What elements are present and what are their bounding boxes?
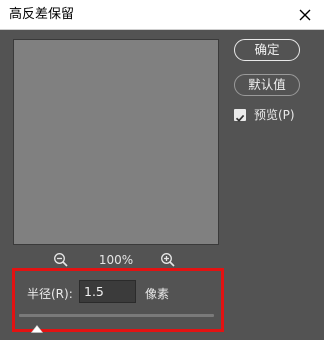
preview-area[interactable]: [13, 39, 219, 245]
title-bar: 高反差保留: [0, 0, 324, 30]
radius-slider-track[interactable]: [19, 314, 214, 317]
check-icon[interactable]: [234, 109, 246, 122]
preview-checkbox-label: 预览(P): [254, 108, 295, 122]
preview-checkbox[interactable]: 预览(P): [234, 106, 314, 124]
ok-button[interactable]: 确定: [234, 39, 300, 61]
radius-label: 半径(R):: [27, 287, 73, 301]
zoom-in-icon[interactable]: [160, 252, 176, 268]
high-pass-dialog: { "window": { "title": "高反差保留" }, "previ…: [0, 0, 324, 340]
radius-unit: 像素: [145, 287, 170, 301]
zoom-out-icon[interactable]: [53, 252, 69, 268]
radius-panel: 半径(R): 1.5 像素: [12, 268, 224, 333]
radius-input[interactable]: 1.5: [79, 280, 136, 303]
zoom-level: 100%: [98, 253, 134, 267]
slider-thumb-icon[interactable]: [30, 318, 44, 333]
zoom-controls: 100%: [13, 251, 219, 269]
close-icon[interactable]: [296, 6, 314, 24]
default-button[interactable]: 默认值: [234, 74, 300, 96]
dialog-title: 高反差保留: [9, 7, 75, 22]
